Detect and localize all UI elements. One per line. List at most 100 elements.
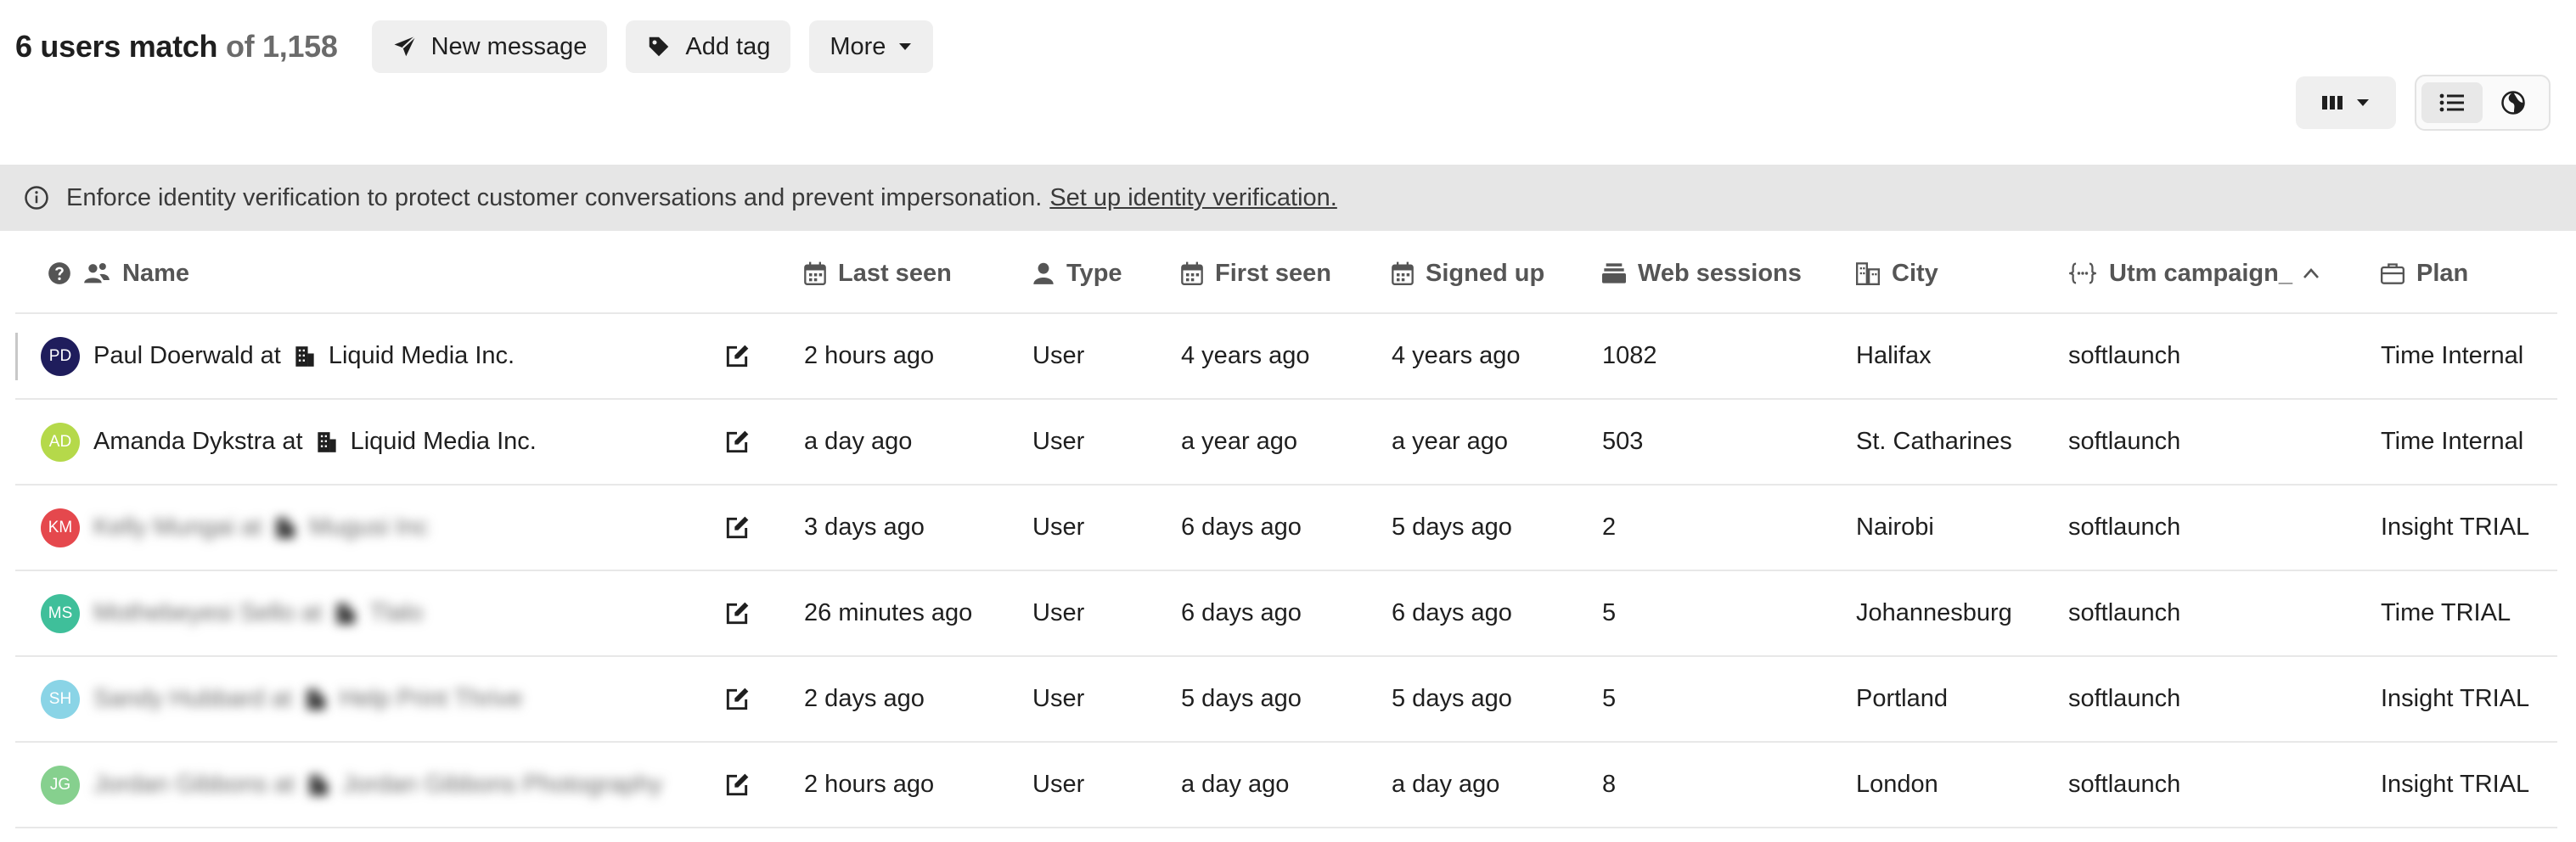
signed-up-value: 5 days ago [1392, 514, 1512, 541]
building-icon [308, 774, 329, 796]
columns-button[interactable] [2296, 76, 2396, 129]
user-name-cell: KM Kelly Mungai at Mugusi Inc [41, 486, 711, 570]
column-city-label: City [1892, 259, 1938, 287]
signed-up-value: 5 days ago [1392, 685, 1512, 712]
edit-icon[interactable] [723, 400, 751, 484]
table-row[interactable]: SH Sandy Hubbard at Help Print Thrive 2 … [15, 657, 2557, 743]
company-name[interactable]: Tlalo [369, 599, 423, 627]
identity-verification-banner: Enforce identity verification to protect… [0, 165, 2576, 231]
column-web-sessions[interactable]: Web sessions [1602, 234, 1802, 312]
utm-campaign-value: softlaunch [2068, 771, 2181, 798]
view-tools [2296, 75, 2551, 131]
new-message-button[interactable]: New message [371, 20, 608, 73]
sessions-icon [1602, 263, 1626, 283]
edit-icon[interactable] [723, 486, 751, 570]
match-total: of 1,158 [225, 29, 338, 64]
user-name[interactable]: Paul Doerwald at [93, 342, 281, 370]
column-signed-up-label: Signed up [1426, 259, 1545, 287]
table-row[interactable]: PD Paul Doerwald at Liquid Media Inc. 2 … [15, 314, 2557, 400]
avatar-initials: MS [48, 603, 73, 622]
banner-text: Enforce identity verification to protect… [66, 183, 1043, 211]
first-seen-value: 6 days ago [1181, 514, 1302, 541]
signed-up-value: 4 years ago [1392, 342, 1521, 369]
avatar-initials: KM [48, 518, 73, 536]
table-row[interactable]: MS Mothebeyesi Sello at Tlalo 26 minutes… [15, 571, 2557, 657]
user-name[interactable]: Mothebeyesi Sello at [93, 599, 322, 627]
info-icon [25, 186, 48, 210]
table-row[interactable]: AD Amanda Dykstra at Liquid Media Inc. a… [15, 400, 2557, 486]
company-name[interactable]: Liquid Media Inc. [329, 342, 515, 370]
user-name[interactable]: Kelly Mungai at [93, 514, 262, 542]
map-view-button[interactable] [2483, 82, 2544, 123]
avatar-initials: AD [48, 432, 72, 451]
utm-campaign-value: softlaunch [2068, 685, 2181, 712]
plan-value: Time TRIAL [2381, 599, 2511, 626]
question-circle-icon[interactable] [48, 261, 71, 285]
toolbar: 6 users match of 1,158 New message Add t… [15, 20, 952, 73]
column-last-seen[interactable]: Last seen [804, 234, 952, 312]
type-value: User [1032, 771, 1085, 798]
column-utm-campaign[interactable]: Utm campaign_ [2068, 234, 2320, 312]
table-row[interactable]: KM Kelly Mungai at Mugusi Inc 3 days ago… [15, 486, 2557, 571]
table-header: Name Last seen Type First seen Signed up… [15, 234, 2557, 314]
first-seen-value: 6 days ago [1181, 599, 1302, 626]
tag-icon [650, 36, 669, 57]
company-name[interactable]: Help Print Thrive [340, 685, 522, 713]
user-name[interactable]: Sandy Hubbard at [93, 685, 292, 713]
plan-value: Time Internal [2381, 342, 2524, 369]
add-tag-button[interactable]: Add tag [626, 20, 791, 73]
company-name[interactable]: Liquid Media Inc. [351, 428, 537, 456]
table-row[interactable]: JG Jordan Gibbons at Jordan Gibbons Phot… [15, 743, 2557, 828]
sort-ascending-icon[interactable] [2303, 267, 2320, 279]
table-body: PD Paul Doerwald at Liquid Media Inc. 2 … [15, 314, 2557, 828]
more-button[interactable]: More [809, 20, 934, 73]
column-plan[interactable]: Plan [2381, 234, 2468, 312]
column-utm-campaign-label: Utm campaign_ [2109, 259, 2292, 287]
type-value: User [1032, 342, 1085, 369]
plan-value: Insight TRIAL [2381, 685, 2530, 712]
utm-campaign-value: softlaunch [2068, 599, 2181, 626]
signed-up-value: a day ago [1392, 771, 1500, 798]
column-signed-up[interactable]: Signed up [1392, 234, 1544, 312]
column-first-seen[interactable]: First seen [1181, 234, 1331, 312]
column-city[interactable]: City [1856, 234, 1938, 312]
avatar: SH [41, 679, 80, 719]
city-value: London [1856, 771, 1938, 798]
company-name[interactable]: Jordan Gibbons Photography [342, 771, 662, 799]
calendar-icon [804, 261, 826, 285]
setup-identity-link[interactable]: Set up identity verification. [1049, 184, 1337, 212]
first-seen-value: a year ago [1181, 428, 1298, 455]
user-name-cell: AD Amanda Dykstra at Liquid Media Inc. [41, 400, 711, 484]
building-icon [317, 431, 337, 453]
web-sessions-value: 8 [1602, 771, 1617, 798]
city-value: Portland [1856, 685, 1949, 712]
web-sessions-value: 5 [1602, 685, 1617, 712]
first-seen-value: 4 years ago [1181, 342, 1310, 369]
edit-icon[interactable] [723, 571, 751, 655]
utm-campaign-value: softlaunch [2068, 428, 2181, 455]
list-view-button[interactable] [2421, 82, 2483, 123]
user-name[interactable]: Jordan Gibbons at [93, 771, 295, 799]
first-seen-value: a day ago [1181, 771, 1290, 798]
column-type[interactable]: Type [1032, 234, 1122, 312]
avatar: AD [41, 422, 80, 462]
web-sessions-value: 5 [1602, 599, 1617, 626]
edit-icon[interactable] [723, 743, 751, 827]
match-count: 6 users match of 1,158 [15, 29, 338, 65]
edit-icon[interactable] [723, 314, 751, 398]
more-label: More [830, 32, 886, 60]
user-name[interactable]: Amanda Dykstra at [93, 428, 303, 456]
company-name[interactable]: Mugusi Inc [309, 514, 428, 542]
paper-plane-icon [394, 35, 416, 57]
edit-icon[interactable] [723, 657, 751, 741]
signed-up-value: 6 days ago [1392, 599, 1512, 626]
user-name-cell: SH Sandy Hubbard at Help Print Thrive [41, 657, 711, 741]
type-value: User [1032, 428, 1085, 455]
column-name[interactable]: Name [48, 234, 189, 312]
column-name-label: Name [122, 259, 189, 287]
avatar: JG [41, 765, 80, 805]
add-tag-label: Add tag [685, 32, 771, 60]
first-seen-value: 5 days ago [1181, 685, 1302, 712]
type-value: User [1032, 685, 1085, 712]
caret-down-icon [899, 43, 912, 50]
